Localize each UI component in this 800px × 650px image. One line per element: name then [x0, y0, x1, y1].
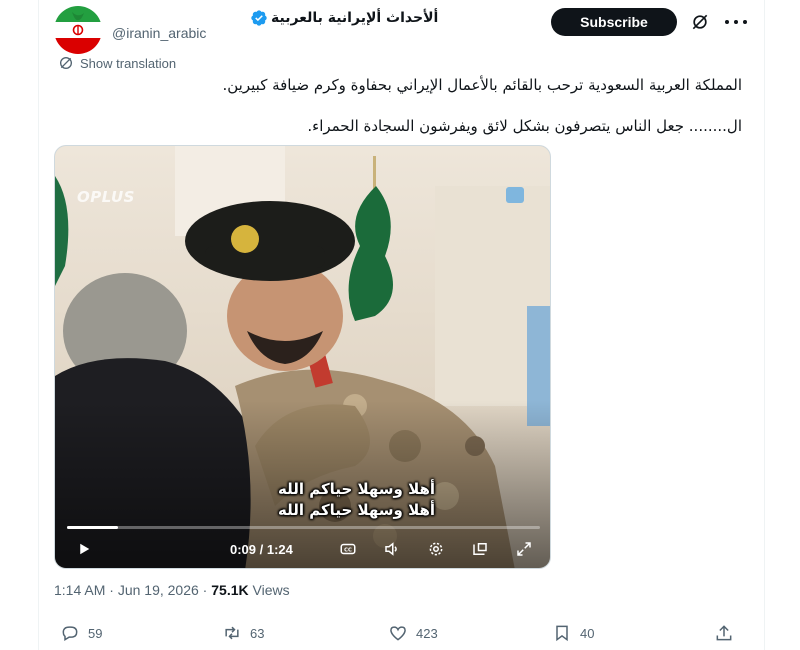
more-dot — [725, 20, 729, 24]
reply-button[interactable]: 59 — [60, 622, 102, 644]
tweet-meta: 1:14 AM · Jun 19, 2026 · 75.1K Views — [54, 582, 290, 598]
more-icon[interactable] — [725, 13, 747, 31]
display-name-row[interactable]: ألأحداث ألإيرانية بالعربية — [250, 7, 438, 29]
video-progress-fill — [67, 526, 118, 529]
bookmark-button[interactable]: 40 — [552, 622, 594, 644]
more-dot — [743, 20, 747, 24]
video-time-display: 0:09 / 1:24 — [230, 542, 293, 557]
avatar[interactable] — [54, 6, 102, 54]
fullscreen-icon[interactable] — [515, 540, 533, 558]
subscribe-button[interactable]: Subscribe — [551, 8, 677, 36]
show-translation-link[interactable]: Show translation — [58, 54, 176, 72]
video-watermark: OPLUS — [77, 188, 135, 206]
bookmark-icon — [556, 625, 568, 642]
video-controls: 0:09 / 1:24 CC — [55, 534, 550, 564]
channel-logo-icon — [506, 187, 524, 203]
repost-icon — [225, 626, 239, 640]
subtitle-line-1: أهلا وسهلا حياكم الله — [277, 480, 435, 498]
tweet-date[interactable]: Jun 19, 2026 — [118, 582, 199, 598]
pip-icon[interactable] — [471, 540, 489, 558]
captions-icon[interactable]: CC — [339, 540, 357, 558]
views-count: 75.1K — [211, 582, 249, 598]
grok-icon[interactable] — [690, 12, 710, 32]
show-translation-label: Show translation — [80, 55, 177, 71]
meta-separator: · — [198, 582, 212, 598]
tweet-time[interactable]: 1:14 AM — [54, 582, 105, 598]
play-icon[interactable] — [75, 540, 93, 558]
share-button[interactable] — [714, 622, 742, 644]
account-handle[interactable]: @iranin_arabic — [112, 25, 206, 41]
share-icon — [716, 625, 732, 641]
video-player[interactable]: OPLUS أهلا وسهلا حياكم الله أهلا وسهلا ح… — [54, 145, 551, 569]
reply-icon — [62, 626, 78, 641]
video-progress-bar[interactable] — [67, 526, 540, 529]
volume-icon[interactable] — [383, 540, 401, 558]
more-dot — [734, 20, 738, 24]
translate-icon — [60, 57, 72, 69]
heart-icon — [390, 626, 406, 641]
video-subtitles: أهلا وسهلا حياكم الله أهلا وسهلا حياكم ا… — [278, 479, 435, 521]
views-label: Views — [248, 582, 290, 598]
bookmark-count: 40 — [580, 625, 595, 641]
gear-icon[interactable] — [427, 540, 445, 558]
svg-text:CC: CC — [344, 548, 352, 554]
iran-flag-avatar-image — [54, 6, 102, 54]
meta-separator: · — [105, 582, 118, 598]
reply-count: 59 — [88, 625, 103, 641]
tweet-text-line-2: ال........ جعل الناس يتصرفون بشكل لائق و… — [307, 117, 742, 135]
like-count: 423 — [416, 625, 438, 641]
display-name[interactable]: ألأحداث ألإيرانية بالعربية — [271, 10, 438, 26]
like-button[interactable]: 423 — [388, 622, 438, 644]
verified-badge-icon — [250, 9, 268, 27]
repost-count: 63 — [250, 625, 265, 641]
tweet-actions: 59 63 423 40 — [54, 622, 744, 644]
subtitle-line-2: أهلا وسهلا حياكم الله — [277, 501, 435, 519]
tweet-text-line-1: المملكة العربية السعودية ترحب بالقائم با… — [222, 76, 743, 94]
repost-button[interactable]: 63 — [222, 622, 264, 644]
